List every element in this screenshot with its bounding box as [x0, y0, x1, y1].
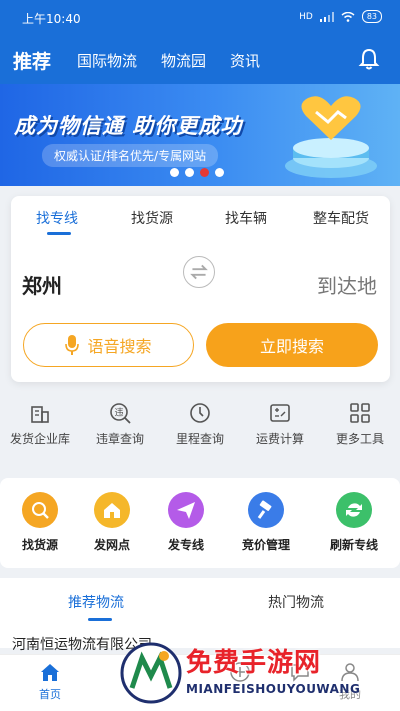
- tool-label: 运费计算: [255, 432, 304, 446]
- pagination-dot[interactable]: [170, 168, 179, 177]
- tab-hot-logistics[interactable]: 热门物流: [268, 592, 324, 612]
- quick-label: 找货源: [21, 538, 58, 552]
- violation-search-icon: 违: [110, 403, 131, 424]
- nav-title-recommend[interactable]: 推荐: [13, 47, 51, 74]
- pagination-dot[interactable]: [185, 168, 194, 177]
- search-now-label: 立即搜索: [259, 337, 324, 356]
- grid-icon: [350, 403, 370, 423]
- site-watermark: 免费手游网 MIANFEISHOUYOUWANG: [118, 638, 398, 710]
- pagination-dot[interactable]: [215, 168, 224, 177]
- quick-label: 发网点: [93, 538, 130, 552]
- quick-actions: 找货源 发网点 发专线 竞价管理 刷新专线: [0, 478, 400, 568]
- tool-shipper-database[interactable]: 发货企业库: [0, 402, 80, 447]
- nav-item-international[interactable]: 国际物流: [77, 50, 137, 71]
- banner-subtitle: 权威认证/排名优先/专属网站: [42, 144, 219, 167]
- top-navbar: 推荐 国际物流 物流园 资讯: [0, 36, 400, 84]
- handshake-heart-illustration: [285, 96, 377, 178]
- microphone-icon: [65, 335, 80, 355]
- tab-find-vehicle[interactable]: 找车辆: [225, 208, 267, 228]
- bottom-nav-home[interactable]: 首页: [10, 661, 90, 702]
- paper-plane-icon: [168, 492, 204, 528]
- bell-icon[interactable]: [358, 47, 380, 71]
- tool-freight-calculator[interactable]: 运费计算: [240, 402, 320, 447]
- swap-icon[interactable]: [183, 256, 215, 288]
- tab-full-load[interactable]: 整车配货: [313, 208, 369, 228]
- home-icon: [41, 664, 59, 681]
- search-card: 找专线 找货源 找车辆 整车配货 郑州 到达地 语音搜索 立即搜索: [11, 196, 390, 382]
- quick-bid-management[interactable]: 竞价管理: [226, 492, 306, 553]
- nav-item-logistics-park[interactable]: 物流园: [161, 50, 206, 71]
- wifi-icon: [341, 11, 355, 22]
- tool-violation-query[interactable]: 违 违章查询: [80, 402, 160, 447]
- tool-label: 里程查询: [175, 432, 224, 446]
- quick-label: 发专线: [167, 538, 204, 552]
- origin-city[interactable]: 郑州: [22, 270, 62, 299]
- tab-find-line[interactable]: 找专线: [36, 208, 78, 228]
- destination-field[interactable]: 到达地: [317, 270, 377, 299]
- tab-recommended-logistics[interactable]: 推荐物流: [68, 592, 124, 612]
- goods-search-icon: [22, 492, 58, 528]
- svg-text:违: 违: [114, 408, 123, 419]
- building-icon: [31, 406, 49, 423]
- tool-label: 更多工具: [335, 432, 384, 446]
- calculator-icon: [270, 404, 290, 422]
- quick-post-line[interactable]: 发专线: [146, 492, 226, 553]
- battery-icon: 83: [361, 10, 382, 23]
- house-icon: [94, 492, 130, 528]
- banner-slogan: 成为物信通 助你更成功: [14, 114, 243, 138]
- active-tab-indicator: [88, 618, 112, 621]
- voice-search-button[interactable]: 语音搜索: [23, 323, 194, 367]
- refresh-icon: [336, 492, 372, 528]
- watermark-subtitle: MIANFEISHOUYOUWANG: [186, 682, 361, 696]
- search-now-button[interactable]: 立即搜索: [206, 323, 378, 367]
- quick-label: 刷新专线: [329, 538, 378, 552]
- tab-find-goods[interactable]: 找货源: [131, 208, 173, 228]
- pagination-dot-active[interactable]: [200, 168, 209, 177]
- active-tab-indicator: [47, 232, 71, 235]
- gavel-icon: [248, 492, 284, 528]
- network-label: HD: [299, 11, 313, 22]
- quick-find-goods[interactable]: 找货源: [0, 492, 80, 553]
- status-icons: HD 83: [299, 10, 382, 23]
- watermark-title: 免费手游网: [186, 648, 322, 678]
- tool-label: 发货企业库: [9, 432, 70, 446]
- nav-item-news[interactable]: 资讯: [230, 50, 260, 71]
- banner-pagination: [170, 168, 224, 177]
- watermark-logo-icon: [120, 642, 182, 704]
- status-time: 上午10:40: [22, 12, 81, 26]
- bottom-nav-label: 首页: [39, 688, 61, 701]
- tool-mileage-query[interactable]: 里程查询: [160, 402, 240, 447]
- quick-refresh-line[interactable]: 刷新专线: [314, 492, 394, 553]
- status-bar: 上午10:40 HD 83: [0, 0, 400, 36]
- quick-label: 竞价管理: [241, 538, 290, 552]
- tool-label: 违章查询: [95, 432, 144, 446]
- tool-more[interactable]: 更多工具: [320, 402, 400, 447]
- signal-icon: [319, 11, 334, 22]
- voice-search-label: 语音搜索: [87, 337, 152, 356]
- quick-post-outlet[interactable]: 发网点: [72, 492, 152, 553]
- tools-row: 发货企业库 违 违章查询 里程查询 运费计算 更多工具: [0, 392, 400, 468]
- clock-icon: [190, 403, 210, 423]
